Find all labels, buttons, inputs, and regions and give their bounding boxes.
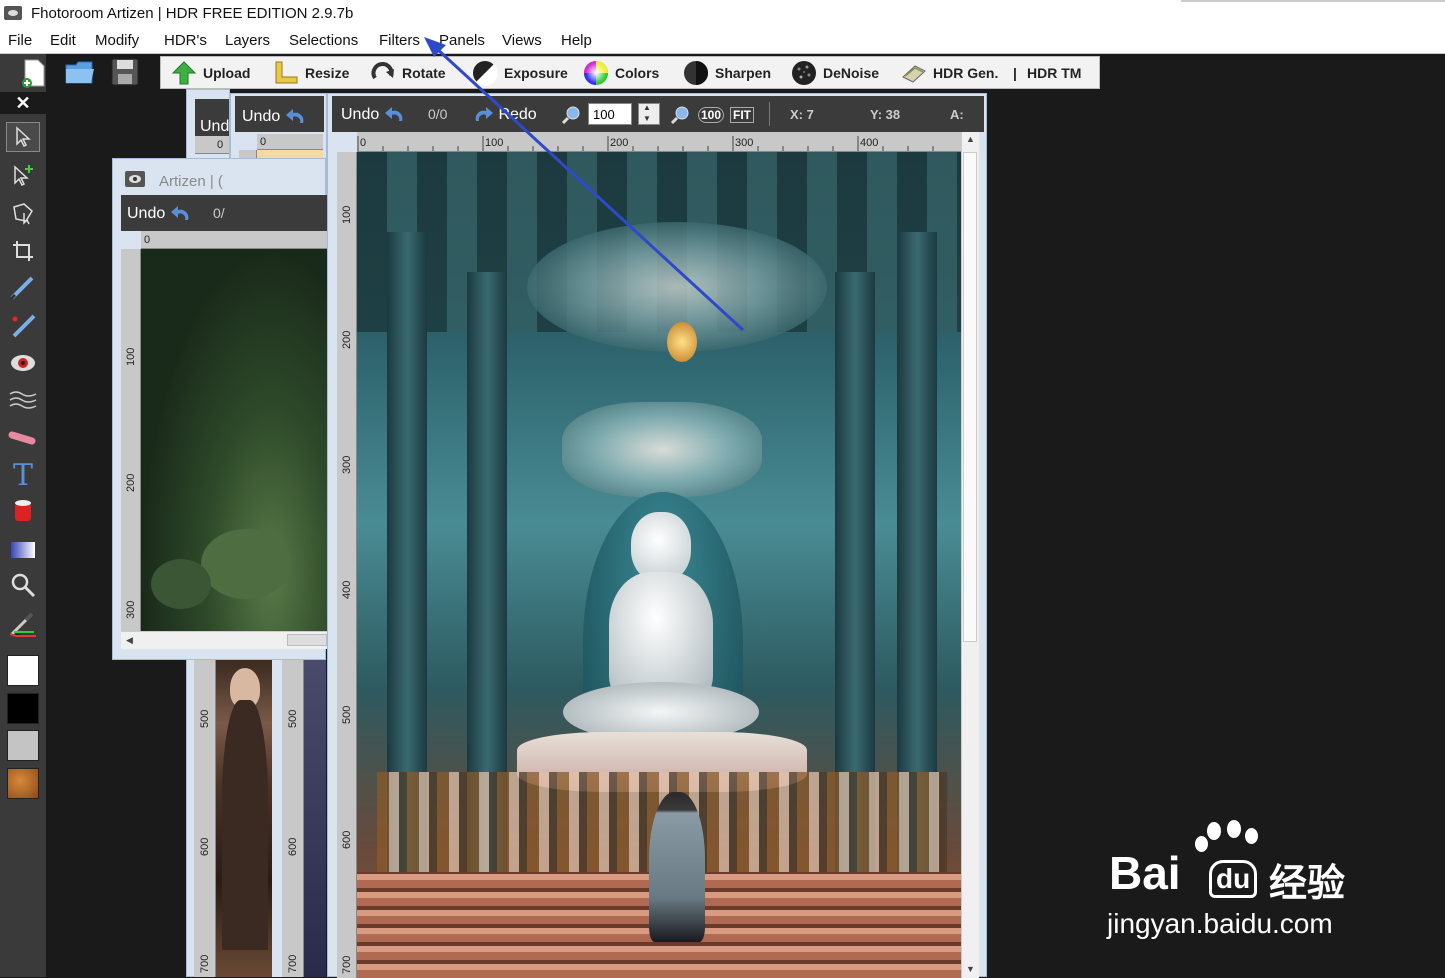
baidu-wordmark-left: Bai	[1109, 847, 1181, 899]
baidu-du-mark: du	[1209, 860, 1258, 898]
jingyan-url: jingyan.baidu.com	[1107, 908, 1333, 939]
jingyan-chinese: 经验	[1269, 863, 1346, 905]
